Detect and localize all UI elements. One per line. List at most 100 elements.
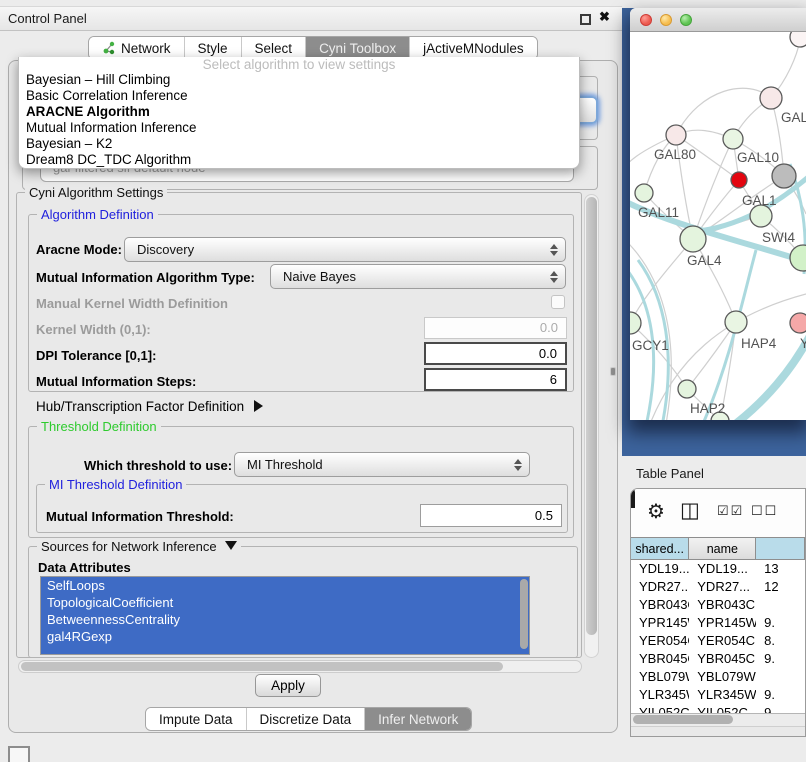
node-label-gal80: GAL80 xyxy=(654,147,696,162)
data-attributes-list[interactable]: SelfLoopsTopologicalCoefficientBetweenne… xyxy=(40,576,530,655)
attribute-item-clipped[interactable] xyxy=(41,645,529,655)
zoom-traffic-light-icon[interactable] xyxy=(680,14,692,26)
manual-kernel-checkbox[interactable] xyxy=(551,295,565,309)
attribute-item-betweennesscentrality[interactable]: BetweennessCentrality xyxy=(41,611,529,628)
table-row[interactable]: YDL19...YDL19...13 xyxy=(631,560,805,578)
tab-select[interactable]: Select xyxy=(241,37,306,59)
table-cell: 9. xyxy=(756,650,805,668)
algo-item-aracne-algorithm[interactable]: ARACNE Algorithm xyxy=(19,104,579,120)
mi-steps-label: Mutual Information Steps: xyxy=(36,374,196,389)
apply-button[interactable]: Apply xyxy=(255,674,321,697)
splitter-grip[interactable] xyxy=(611,368,615,375)
column-header-2[interactable] xyxy=(756,538,805,560)
close-icon[interactable]: ✖ xyxy=(599,9,610,25)
algo-item-basic-correlation-inference[interactable]: Basic Correlation Inference xyxy=(19,88,579,104)
minimize-traffic-light-icon[interactable] xyxy=(660,14,672,26)
algo-item-bayesian-k2[interactable]: Bayesian – K2 xyxy=(19,136,579,152)
node-label-gal4: GAL4 xyxy=(687,253,722,268)
tab-jactivemnodules[interactable]: jActiveMNodules xyxy=(409,37,537,59)
node-top-arc[interactable] xyxy=(790,32,806,47)
tab-infer-network[interactable]: Infer Network xyxy=(364,708,471,730)
aracne-mode-combo[interactable]: Discovery xyxy=(124,237,566,262)
columns-icon[interactable]: ◫ xyxy=(680,498,700,523)
table-row[interactable]: YBR043CYBR043C xyxy=(631,596,805,614)
node-gal1[interactable] xyxy=(750,205,772,227)
attributes-scrollbar[interactable] xyxy=(520,579,528,649)
select-all-icon[interactable]: ☑☑ xyxy=(717,503,744,519)
which-threshold-label: Which threshold to use: xyxy=(84,458,232,473)
tab-style[interactable]: Style xyxy=(184,37,241,59)
table-cell: YBR043C xyxy=(631,596,689,614)
node-gal-top[interactable] xyxy=(760,87,782,109)
dpi-tolerance-field[interactable]: 0.0 xyxy=(424,342,567,365)
scrollbar-thumb[interactable] xyxy=(21,662,503,671)
table-row[interactable]: YIL052CYIL052C9. xyxy=(631,704,805,713)
network-canvas[interactable]: GALGAL80GAL10GAL1GAL11SWI4GAL4GCY1HAP4YH… xyxy=(630,32,806,420)
algo-item-dream8-dc-tdc-algorithm[interactable]: Dream8 DC_TDC Algorithm xyxy=(19,152,579,168)
hub-definition-toggle[interactable]: Hub/Transcription Factor Definition xyxy=(36,399,263,414)
table-cell: YPR145W xyxy=(689,614,756,632)
column-header-name[interactable]: name xyxy=(689,538,756,560)
node-red-node[interactable] xyxy=(731,172,747,188)
network-view-window[interactable]: GALGAL80GAL10GAL1GAL11SWI4GAL4GCY1HAP4YH… xyxy=(630,8,806,420)
table-cell: YIL052C xyxy=(631,704,689,713)
tab-network[interactable]: Network xyxy=(89,37,184,59)
aracne-mode-value: Discovery xyxy=(137,242,194,257)
node-swi4[interactable] xyxy=(790,245,806,271)
table-row[interactable]: YBL079WYBL079W xyxy=(631,668,805,686)
algorithm-definition-title: Algorithm Definition xyxy=(37,207,158,222)
which-threshold-combo[interactable]: MI Threshold xyxy=(234,452,530,477)
mi-steps-field[interactable]: 6 xyxy=(424,368,567,391)
scrollbar-thumb[interactable] xyxy=(633,715,733,724)
table-row[interactable]: YER054CYER054C8. xyxy=(631,632,805,650)
minimized-window-icon[interactable] xyxy=(8,746,30,762)
new-table-icon[interactable] xyxy=(631,488,635,508)
gear-icon[interactable]: ⚙ xyxy=(647,499,665,524)
node-hap4[interactable] xyxy=(725,311,747,333)
tab-discretize-data[interactable]: Discretize Data xyxy=(246,708,365,730)
table-row[interactable]: YDR27...YDR27...12 xyxy=(631,578,805,596)
bottom-tabbar: Impute Data Discretize DataInfer Network xyxy=(145,707,472,731)
node-pink-right[interactable] xyxy=(790,313,806,333)
algo-item-mutual-information-inference[interactable]: Mutual Information Inference xyxy=(19,120,579,136)
expanded-arrow-icon xyxy=(225,541,237,550)
tab-cyni-toolbox[interactable]: Cyni Toolbox xyxy=(305,37,409,59)
table-horizontal-scrollbar[interactable] xyxy=(631,713,805,726)
table-row[interactable]: YLR345WYLR345W9. xyxy=(631,686,805,704)
table-cell: 12 xyxy=(756,578,805,596)
close-traffic-light-icon[interactable] xyxy=(640,14,652,26)
float-window-icon[interactable] xyxy=(580,14,591,25)
mi-threshold-field[interactable]: 0.5 xyxy=(420,504,562,527)
stepper-icon xyxy=(514,459,522,471)
table-cell: YLR345W xyxy=(689,686,756,704)
table-cell: 13 xyxy=(756,560,805,578)
tab-impute-data[interactable]: Impute Data xyxy=(146,708,246,730)
tab-label-impute-data: Impute Data xyxy=(159,712,233,727)
deselect-all-icon[interactable]: ☐☐ xyxy=(751,503,778,519)
table-cell: YBR043C xyxy=(689,596,756,614)
node-label-gal11: GAL11 xyxy=(638,205,679,220)
attribute-item-topologicalcoefficient[interactable]: TopologicalCoefficient xyxy=(41,594,529,611)
sources-group-title[interactable]: Sources for Network Inference xyxy=(37,539,241,554)
table-row[interactable]: YPR145WYPR145W9. xyxy=(631,614,805,632)
mi-type-combo[interactable]: Naive Bayes xyxy=(270,264,566,289)
table-header-row: shared...name xyxy=(631,537,805,560)
kernel-width-field[interactable]: 0.0 xyxy=(424,317,567,339)
scrollbar-thumb[interactable] xyxy=(586,197,597,635)
algo-item-bayesian-hill-climbing[interactable]: Bayesian – Hill Climbing xyxy=(19,72,579,88)
settings-vertical-scrollbar[interactable] xyxy=(584,194,599,658)
node-gal4[interactable] xyxy=(680,226,706,252)
attribute-item-gal4rgexp[interactable]: gal4RGexp xyxy=(41,628,529,645)
table-cell: 9. xyxy=(756,686,805,704)
node-gray-node[interactable] xyxy=(772,164,796,188)
attribute-item-selfloops[interactable]: SelfLoops xyxy=(41,577,529,594)
table-cell xyxy=(756,668,805,686)
kernel-width-label: Kernel Width (0,1): xyxy=(36,322,151,337)
node-gal80[interactable] xyxy=(666,125,686,145)
node-gal11[interactable] xyxy=(635,184,653,202)
table-row[interactable]: YBR045CYBR045C9. xyxy=(631,650,805,668)
node-hap2[interactable] xyxy=(678,380,696,398)
settings-horizontal-scrollbar[interactable] xyxy=(18,660,582,673)
column-header-shared[interactable]: shared... xyxy=(631,538,689,560)
node-gal10[interactable] xyxy=(723,129,743,149)
